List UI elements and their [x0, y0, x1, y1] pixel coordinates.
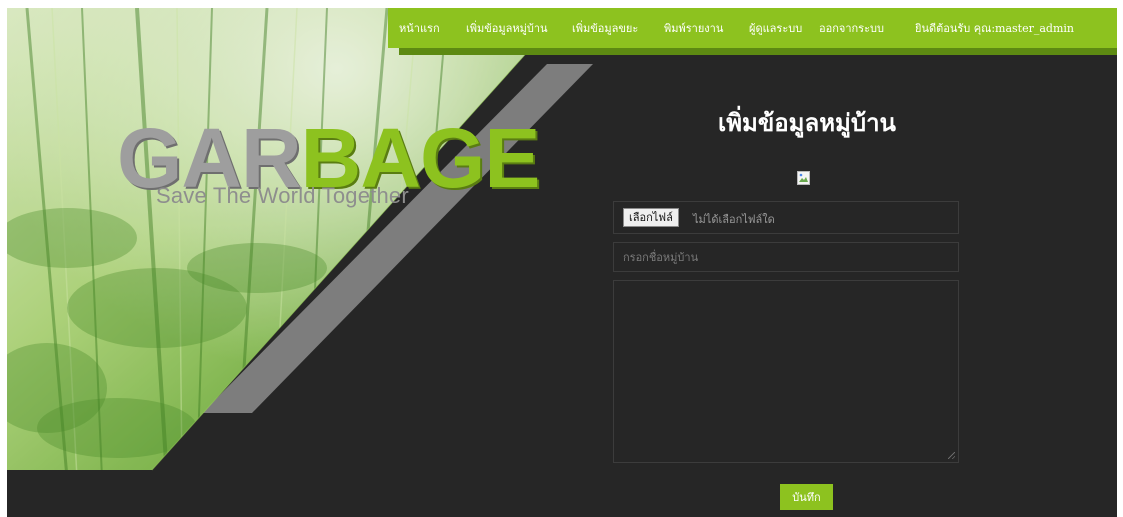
nav-add-garbage[interactable]: เพิ่มข้อมูลขยะ: [572, 19, 638, 37]
broken-image-icon: [797, 171, 810, 185]
page-title: เพิ่มข้อมูลหมู่บ้าน: [718, 109, 896, 137]
hero-banner: GARBAGE Save The World Together: [7, 8, 607, 517]
nav-add-village[interactable]: เพิ่มข้อมูลหมู่บ้าน: [466, 19, 548, 37]
choose-file-button[interactable]: เลือกไฟล์: [623, 208, 679, 227]
save-button[interactable]: บันทึก: [780, 484, 833, 510]
nav-logout[interactable]: ออกจากระบบ: [819, 19, 884, 37]
nav-menu: หน้าแรก เพิ่มข้อมูลหมู่บ้าน เพิ่มข้อมูลข…: [388, 8, 1117, 48]
top-navbar: หน้าแรก เพิ่มข้อมูลหมู่บ้าน เพิ่มข้อมูลข…: [388, 8, 1117, 48]
nav-home[interactable]: หน้าแรก: [399, 19, 440, 37]
village-name-input[interactable]: [614, 243, 958, 271]
file-upload-field: เลือกไฟล์ ไม่ได้เลือกไฟล์ใด: [613, 201, 959, 234]
nav-admin[interactable]: ผู้ดูแลระบบ: [749, 19, 802, 37]
page-frame: GARBAGE Save The World Together หน้าแรก …: [7, 8, 1117, 517]
nav-welcome-user[interactable]: ยินดีต้อนรับ คุณ:master_admin: [915, 19, 1074, 37]
resize-grip-icon[interactable]: [948, 452, 955, 459]
forest-illustration: [7, 8, 593, 471]
nav-print-report[interactable]: พิมพ์รายงาน: [664, 19, 723, 37]
navbar-shadow: [399, 48, 1117, 55]
village-name-field: [613, 242, 959, 272]
logo-tagline: Save The World Together: [156, 183, 409, 208]
village-detail-textarea[interactable]: [614, 281, 958, 462]
file-status-text: ไม่ได้เลือกไฟล์ใด: [693, 213, 775, 226]
village-detail-field: [613, 280, 959, 463]
